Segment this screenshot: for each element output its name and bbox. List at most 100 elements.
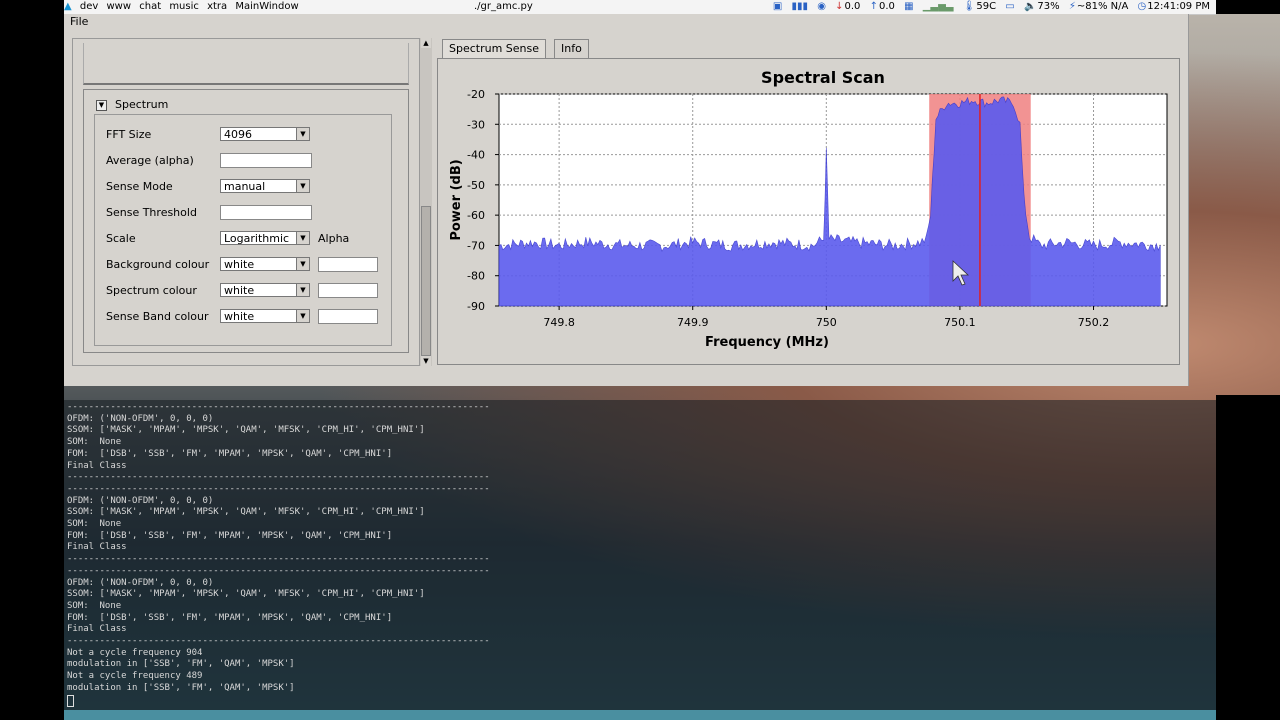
scroll-thumb[interactable] (421, 206, 431, 356)
window-title: ./gr_amc.py (474, 1, 533, 12)
x-tick-label: 749.9 (677, 316, 709, 329)
workspace-chat[interactable]: chat (139, 1, 161, 12)
chart-title: Spectral Scan (761, 68, 885, 87)
terminal-line: ----------------------------------------… (67, 565, 490, 576)
dropdown-arrow-icon[interactable]: ▼ (296, 180, 309, 192)
terminal-line: ----------------------------------------… (67, 554, 490, 565)
download-icon: ↓ (835, 1, 844, 12)
background-colour-select[interactable]: white ▼ (220, 257, 310, 271)
terminal-line: modulation in ['SSB', 'FM', 'QAM', 'MPSK… (67, 659, 295, 670)
dropdown-arrow-icon[interactable]: ▼ (296, 128, 309, 140)
workspace-music[interactable]: music (169, 1, 199, 12)
y-tick-label: -50 (467, 179, 485, 192)
fft-size-label: FFT Size (106, 128, 152, 141)
terminal-window[interactable]: ----------------------------------------… (64, 400, 1216, 710)
x-tick-label: 750.2 (1078, 316, 1110, 329)
temperature-value: 59C (976, 1, 997, 12)
dropdown-arrow-icon[interactable]: ▼ (296, 232, 309, 244)
terminal-line: SOM: None (67, 600, 122, 611)
menu-bar: File (64, 14, 1188, 30)
y-axis-label: Power (dB) (449, 159, 464, 240)
sense-mode-value: manual (224, 180, 266, 193)
settings-pane: ▼ Spectrum FFT Size 4096 ▼ Average (alpha)… (72, 38, 430, 366)
active-window-name: MainWindow (235, 1, 299, 12)
alpha-label: Alpha (318, 232, 350, 245)
y-tick-label: -20 (467, 88, 485, 101)
terminal-line: ----------------------------------------… (67, 472, 490, 483)
background-colour-input[interactable] (318, 257, 378, 272)
net-down-value: 0.0 (844, 1, 861, 12)
cpu-bars-icon: ▮▮▮ (791, 1, 809, 12)
collapse-toggle-icon[interactable]: ▼ (96, 99, 107, 111)
y-tick-label: -40 (467, 149, 485, 162)
workspace-www[interactable]: www (107, 1, 132, 12)
terminal-line: Not a cycle frequency 489 (67, 671, 203, 682)
terminal-cursor (67, 694, 490, 708)
y-tick-label: -90 (467, 300, 485, 313)
scale-label: Scale (106, 232, 136, 245)
upload-icon: ↑ (869, 1, 878, 12)
sense-band-colour-label: Sense Band colour (106, 310, 209, 323)
scroll-up-icon[interactable]: ▲ (421, 38, 431, 48)
terminal-line: ----------------------------------------… (67, 636, 490, 647)
spectrum-group: ▼ Spectrum FFT Size 4096 ▼ Average (alpha)… (83, 89, 409, 353)
battery-value: ~81% N/A (1076, 1, 1129, 12)
main-window: File ▼ Spectrum FFT Size 4096 ▼ Average (a… (64, 14, 1189, 386)
battery-icon: ⚡ (1068, 1, 1076, 12)
terminal-line: ----------------------------------------… (67, 402, 490, 412)
tab-info[interactable]: Info (554, 39, 589, 58)
spectrum-colour-select[interactable]: white ▼ (220, 283, 310, 297)
sense-band-colour-select[interactable]: white ▼ (220, 309, 310, 323)
sense-band-colour-input[interactable] (318, 309, 378, 324)
terminal-line: modulation in ['SSB', 'FM', 'QAM', 'MPSK… (67, 682, 295, 693)
memory-icon: ▭ (1005, 1, 1015, 12)
terminal-line: SOM: None (67, 519, 122, 530)
spectrum-sense-panel: Spectral Scan 749.8 749.9 750 750.1 750.2 -20 -… (437, 58, 1180, 365)
dropdown-arrow-icon[interactable]: ▼ (296, 258, 309, 270)
net-up-value: 0.0 (879, 1, 895, 12)
average-input[interactable] (220, 153, 312, 168)
dropdown-arrow-icon[interactable]: ▼ (296, 310, 309, 322)
clock-value: 12:41:09 PM (1147, 1, 1210, 12)
spectrum-group-header: ▼ Spectrum (96, 98, 168, 111)
terminal-line: FOM: ['DSB', 'SSB', 'FM', 'MPAM', 'MPSK'… (67, 448, 393, 459)
terminal-line: Not a cycle frequency 904 (67, 647, 203, 658)
dropdown-arrow-icon[interactable]: ▼ (296, 284, 309, 296)
workspace-xtra[interactable]: xtra (207, 1, 227, 12)
volume-value: 73% (1037, 1, 1060, 12)
sense-threshold-label: Sense Threshold (106, 206, 197, 219)
terminal-line: SSOM: ['MASK', 'MPAM', 'MPSK', 'QAM', 'M… (67, 425, 425, 436)
top-panel: ▲ dev www chat music xtra MainWindow ./g… (64, 0, 1216, 15)
sense-band-colour-value: white (224, 310, 255, 323)
load-graph-icon: ▁▃▅▃ (922, 1, 954, 12)
workspace-dev[interactable]: dev (80, 1, 98, 12)
menu-file[interactable]: File (70, 15, 88, 28)
disk-icon: ▣ (772, 1, 783, 12)
temperature-icon: 🌡 (962, 1, 976, 12)
terminal-line: ----------------------------------------… (67, 483, 490, 494)
spectrum-group-title: Spectrum (115, 98, 169, 111)
scroll-down-icon[interactable]: ▼ (421, 356, 431, 366)
sense-threshold-input[interactable] (220, 205, 312, 220)
spectrum-colour-value: white (224, 284, 255, 297)
terminal-line: SSOM: ['MASK', 'MPAM', 'MPSK', 'QAM', 'M… (67, 507, 425, 518)
sense-mode-select[interactable]: manual ▼ (220, 179, 310, 193)
fft-size-select[interactable]: 4096 ▼ (220, 127, 310, 141)
scale-select[interactable]: Logarithmic ▼ (220, 231, 310, 245)
system-tray: ▣ ▮▮▮ ◉ ↓0.0 ↑0.0 ▦ ▁▃▅▃ 🌡59C ▭ 🔈73% ⚡~8… (767, 0, 1210, 14)
scale-value: Logarithmic (224, 232, 290, 245)
background-colour-label: Background colour (106, 258, 210, 271)
terminal-line: OFDM: ('NON-OFDM', 0, 0, 0) (67, 577, 214, 588)
volume-icon[interactable]: 🔈 (1024, 1, 1036, 12)
spectrum-colour-input[interactable] (318, 283, 378, 298)
terminal-line: OFDM: ('NON-OFDM', 0, 0, 0) (67, 413, 214, 424)
y-tick-label: -60 (467, 209, 485, 222)
grid-icon: ▦ (904, 1, 914, 12)
terminal-line: FOM: ['DSB', 'SSB', 'FM', 'MPAM', 'MPSK'… (67, 530, 393, 541)
tab-spectrum-sense[interactable]: Spectrum Sense (442, 39, 547, 59)
spectrum-colour-label: Spectrum colour (106, 284, 197, 297)
y-tick-label: -70 (467, 239, 485, 252)
x-tick-label: 749.8 (543, 316, 575, 329)
terminal-line: Final Class (67, 624, 127, 635)
settings-scrollbar[interactable]: ▲ ▼ (419, 38, 432, 366)
